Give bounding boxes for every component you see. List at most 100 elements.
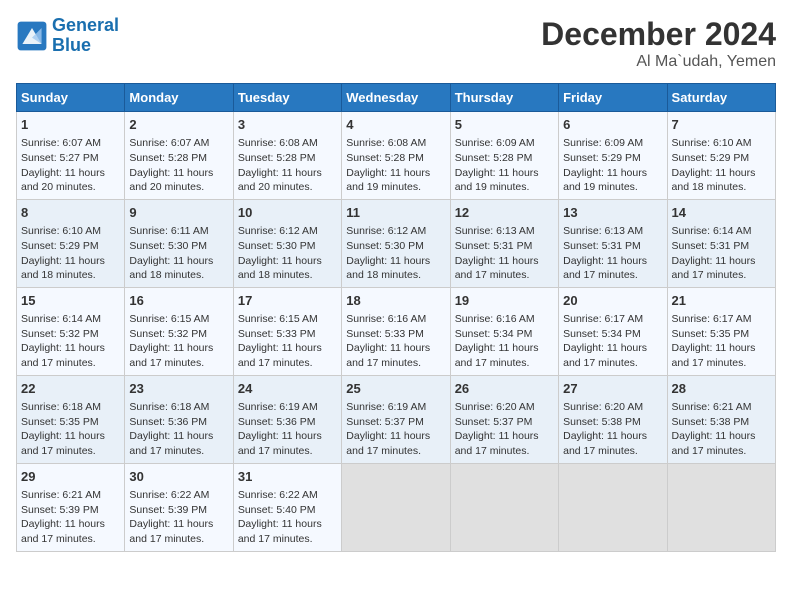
day-info-line: Sunrise: 6:11 AM xyxy=(129,224,228,239)
day-info-line: and 17 minutes. xyxy=(563,268,662,283)
day-header-thursday: Thursday xyxy=(450,84,558,112)
calendar-week-1: 1Sunrise: 6:07 AMSunset: 5:27 PMDaylight… xyxy=(17,112,776,200)
day-number: 27 xyxy=(563,380,662,398)
day-info-line: Daylight: 11 hours xyxy=(346,429,445,444)
day-info-line: Sunset: 5:29 PM xyxy=(563,151,662,166)
day-info-line: Daylight: 11 hours xyxy=(346,254,445,269)
calendar-cell: 2Sunrise: 6:07 AMSunset: 5:28 PMDaylight… xyxy=(125,112,233,200)
day-info-line: Sunrise: 6:20 AM xyxy=(563,400,662,415)
day-info-line: Sunrise: 6:19 AM xyxy=(346,400,445,415)
day-info-line: and 18 minutes. xyxy=(21,268,120,283)
day-info-line: Sunrise: 6:14 AM xyxy=(672,224,771,239)
calendar-cell xyxy=(667,463,775,551)
day-header-sunday: Sunday xyxy=(17,84,125,112)
day-info-line: Daylight: 11 hours xyxy=(21,254,120,269)
day-info-line: Sunset: 5:30 PM xyxy=(129,239,228,254)
calendar-cell: 12Sunrise: 6:13 AMSunset: 5:31 PMDayligh… xyxy=(450,199,558,287)
day-info-line: Sunrise: 6:22 AM xyxy=(238,488,337,503)
calendar-header-row: SundayMondayTuesdayWednesdayThursdayFrid… xyxy=(17,84,776,112)
day-info-line: and 18 minutes. xyxy=(346,268,445,283)
day-number: 30 xyxy=(129,468,228,486)
day-number: 20 xyxy=(563,292,662,310)
day-info-line: and 17 minutes. xyxy=(346,444,445,459)
day-info-line: and 17 minutes. xyxy=(563,356,662,371)
day-info-line: Sunrise: 6:21 AM xyxy=(672,400,771,415)
day-info-line: Daylight: 11 hours xyxy=(672,254,771,269)
day-info-line: Daylight: 11 hours xyxy=(238,517,337,532)
day-info-line: Daylight: 11 hours xyxy=(563,341,662,356)
day-info-line: and 17 minutes. xyxy=(672,444,771,459)
day-number: 9 xyxy=(129,204,228,222)
day-info-line: and 17 minutes. xyxy=(672,356,771,371)
logo-general: General xyxy=(52,15,119,35)
day-info-line: Sunrise: 6:21 AM xyxy=(21,488,120,503)
day-number: 14 xyxy=(672,204,771,222)
calendar-cell: 25Sunrise: 6:19 AMSunset: 5:37 PMDayligh… xyxy=(342,375,450,463)
day-info-line: Daylight: 11 hours xyxy=(21,429,120,444)
day-info-line: Daylight: 11 hours xyxy=(21,517,120,532)
calendar-cell: 31Sunrise: 6:22 AMSunset: 5:40 PMDayligh… xyxy=(233,463,341,551)
calendar-cell: 30Sunrise: 6:22 AMSunset: 5:39 PMDayligh… xyxy=(125,463,233,551)
day-info-line: Sunrise: 6:07 AM xyxy=(129,136,228,151)
day-info-line: Daylight: 11 hours xyxy=(129,341,228,356)
day-info-line: and 19 minutes. xyxy=(455,180,554,195)
day-number: 19 xyxy=(455,292,554,310)
day-number: 11 xyxy=(346,204,445,222)
day-info-line: Daylight: 11 hours xyxy=(129,517,228,532)
day-info-line: Sunset: 5:28 PM xyxy=(455,151,554,166)
day-info-line: Daylight: 11 hours xyxy=(563,254,662,269)
day-info-line: Daylight: 11 hours xyxy=(346,166,445,181)
day-info-line: Sunrise: 6:12 AM xyxy=(346,224,445,239)
day-number: 31 xyxy=(238,468,337,486)
calendar-cell xyxy=(342,463,450,551)
day-info-line: Daylight: 11 hours xyxy=(238,341,337,356)
day-header-monday: Monday xyxy=(125,84,233,112)
day-info-line: and 18 minutes. xyxy=(238,268,337,283)
day-info-line: Sunset: 5:33 PM xyxy=(238,327,337,342)
day-info-line: and 17 minutes. xyxy=(563,444,662,459)
calendar-cell: 28Sunrise: 6:21 AMSunset: 5:38 PMDayligh… xyxy=(667,375,775,463)
day-info-line: Sunrise: 6:07 AM xyxy=(21,136,120,151)
day-number: 26 xyxy=(455,380,554,398)
day-info-line: Sunrise: 6:12 AM xyxy=(238,224,337,239)
day-info-line: Sunrise: 6:16 AM xyxy=(346,312,445,327)
day-info-line: and 17 minutes. xyxy=(21,532,120,547)
calendar-cell: 17Sunrise: 6:15 AMSunset: 5:33 PMDayligh… xyxy=(233,287,341,375)
calendar-cell: 26Sunrise: 6:20 AMSunset: 5:37 PMDayligh… xyxy=(450,375,558,463)
day-number: 1 xyxy=(21,116,120,134)
day-info-line: Daylight: 11 hours xyxy=(563,166,662,181)
day-number: 22 xyxy=(21,380,120,398)
day-info-line: Sunrise: 6:13 AM xyxy=(455,224,554,239)
logo-text: General Blue xyxy=(52,16,119,56)
day-header-saturday: Saturday xyxy=(667,84,775,112)
day-info-line: Sunrise: 6:22 AM xyxy=(129,488,228,503)
calendar-cell: 10Sunrise: 6:12 AMSunset: 5:30 PMDayligh… xyxy=(233,199,341,287)
day-info-line: Sunset: 5:28 PM xyxy=(129,151,228,166)
day-info-line: Daylight: 11 hours xyxy=(672,166,771,181)
calendar-cell xyxy=(559,463,667,551)
logo-blue: Blue xyxy=(52,35,91,55)
day-info-line: Sunset: 5:35 PM xyxy=(672,327,771,342)
day-number: 2 xyxy=(129,116,228,134)
day-info-line: and 18 minutes. xyxy=(129,268,228,283)
day-number: 18 xyxy=(346,292,445,310)
day-number: 6 xyxy=(563,116,662,134)
day-info-line: Sunrise: 6:14 AM xyxy=(21,312,120,327)
day-info-line: Sunrise: 6:08 AM xyxy=(238,136,337,151)
month-title: December 2024 xyxy=(541,16,776,53)
day-info-line: Daylight: 11 hours xyxy=(129,254,228,269)
day-info-line: Sunset: 5:30 PM xyxy=(238,239,337,254)
calendar-cell xyxy=(450,463,558,551)
day-info-line: Daylight: 11 hours xyxy=(238,166,337,181)
day-info-line: Sunset: 5:36 PM xyxy=(129,415,228,430)
day-number: 21 xyxy=(672,292,771,310)
day-info-line: Sunset: 5:36 PM xyxy=(238,415,337,430)
day-info-line: Daylight: 11 hours xyxy=(672,341,771,356)
day-info-line: Sunset: 5:33 PM xyxy=(346,327,445,342)
calendar-cell: 29Sunrise: 6:21 AMSunset: 5:39 PMDayligh… xyxy=(17,463,125,551)
page-header: General Blue December 2024 Al Ma`udah, Y… xyxy=(16,16,776,71)
day-info-line: Daylight: 11 hours xyxy=(238,254,337,269)
day-info-line: Sunrise: 6:16 AM xyxy=(455,312,554,327)
calendar-week-4: 22Sunrise: 6:18 AMSunset: 5:35 PMDayligh… xyxy=(17,375,776,463)
calendar-cell: 9 Sunrise: 6:11 AMSunset: 5:30 PMDaylight… xyxy=(125,199,233,287)
